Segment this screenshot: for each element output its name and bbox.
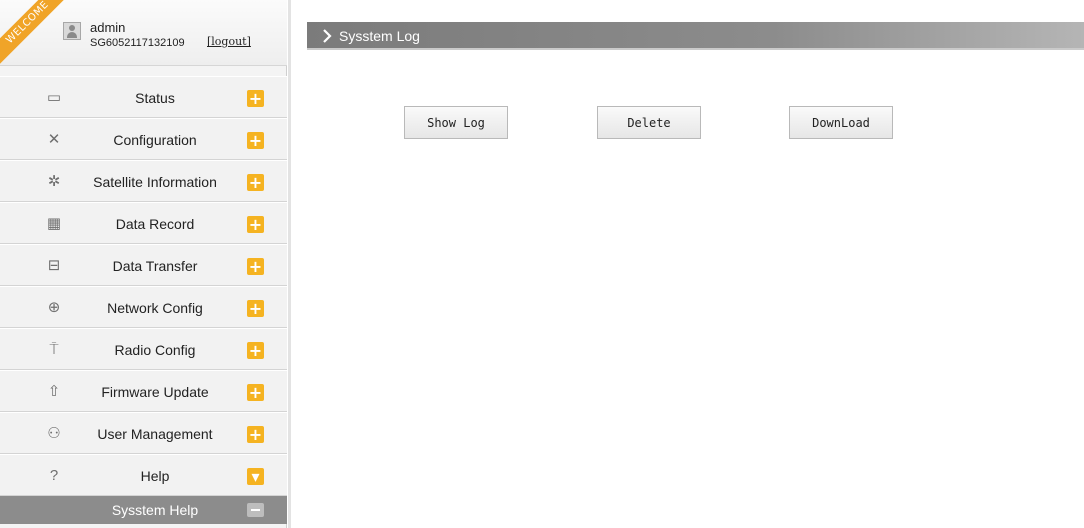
sidebar-divider (288, 0, 291, 528)
sidebar-item-label: Data Record (115, 216, 195, 232)
page-title: Sysstem Log (339, 28, 420, 44)
monitor-icon: ▭ (46, 89, 62, 106)
delete-button[interactable]: Delete (597, 106, 701, 139)
expand-icon[interactable]: + (247, 174, 264, 191)
network-icon: ⊟ (47, 257, 61, 274)
expand-icon[interactable]: + (247, 384, 264, 401)
sidebar-item-data-record[interactable]: ▦ Data Record + (0, 202, 287, 244)
sidebar-item-firmware-update[interactable]: ⇧ Firmware Update + (0, 370, 287, 412)
welcome-ribbon-label: WELCOME (0, 0, 70, 65)
sidebar-item-user-management[interactable]: ⚇ User Management + (0, 412, 287, 454)
sidebar-item-label: Network Config (107, 300, 203, 316)
expand-icon[interactable]: + (247, 132, 264, 149)
sidebar-item-radio-config[interactable]: ⍑ Radio Config + (0, 328, 287, 370)
minus-icon[interactable] (247, 503, 264, 517)
sidebar-subitem-system-help[interactable]: Sysstem Help (0, 496, 287, 524)
sidebar-item-label: Firmware Update (101, 384, 209, 400)
sidebar-item-network-config[interactable]: ⊕ Network Config + (0, 286, 287, 328)
show-log-button[interactable]: Show Log (404, 106, 508, 139)
sidebar-item-satellite-information[interactable]: ✲ Satellite Information + (0, 160, 287, 202)
username: admin (90, 20, 126, 35)
avatar-icon (63, 22, 81, 40)
sidebar-item-help[interactable]: ? Help ▾ (0, 454, 287, 496)
question-icon: ? (49, 467, 59, 484)
sidebar-menu: ▭ Status + ✕ Configuration + ✲ Satellite Inform… (0, 76, 287, 524)
expand-icon[interactable]: + (247, 258, 264, 275)
collapse-icon[interactable]: ▾ (247, 468, 264, 485)
logout-link[interactable]: [logout] (207, 35, 251, 48)
chevron-right-icon (323, 29, 332, 43)
expand-icon[interactable]: + (247, 300, 264, 317)
sidebar-item-label: Status (135, 90, 175, 106)
sidebar-item-label: Satellite Information (93, 174, 217, 190)
sidebar-item-label: Radio Config (114, 342, 196, 358)
expand-icon[interactable]: + (247, 216, 264, 233)
calendar-icon: ▦ (46, 215, 62, 232)
sidebar-item-label: Help (140, 468, 170, 484)
sidebar-item-status[interactable]: ▭ Status + (0, 76, 287, 118)
tools-icon: ✕ (47, 131, 61, 148)
user-panel: WELCOME admin SG6052117132109 [logout] (0, 0, 287, 66)
sidebar-subitem-label: Sysstem Help (111, 502, 199, 518)
sidebar-item-data-transfer[interactable]: ⊟ Data Transfer + (0, 244, 287, 286)
satellite-icon: ✲ (47, 173, 61, 190)
globe-icon: ⊕ (47, 299, 61, 316)
expand-icon[interactable]: + (247, 90, 264, 107)
users-icon: ⚇ (47, 425, 61, 442)
antenna-icon: ⍑ (49, 341, 59, 358)
sidebar-item-label: User Management (97, 426, 213, 442)
upload-icon: ⇧ (47, 383, 61, 400)
page-header: Sysstem Log (307, 22, 1084, 50)
device-serial: SG6052117132109 (90, 37, 185, 49)
sidebar: WELCOME admin SG6052117132109 [logout] ▭… (0, 0, 287, 528)
download-button[interactable]: DownLoad (789, 106, 893, 139)
sidebar-item-configuration[interactable]: ✕ Configuration + (0, 118, 287, 160)
sidebar-item-label: Configuration (113, 132, 197, 148)
expand-icon[interactable]: + (247, 342, 264, 359)
expand-icon[interactable]: + (247, 426, 264, 443)
sidebar-item-label: Data Transfer (112, 258, 198, 274)
